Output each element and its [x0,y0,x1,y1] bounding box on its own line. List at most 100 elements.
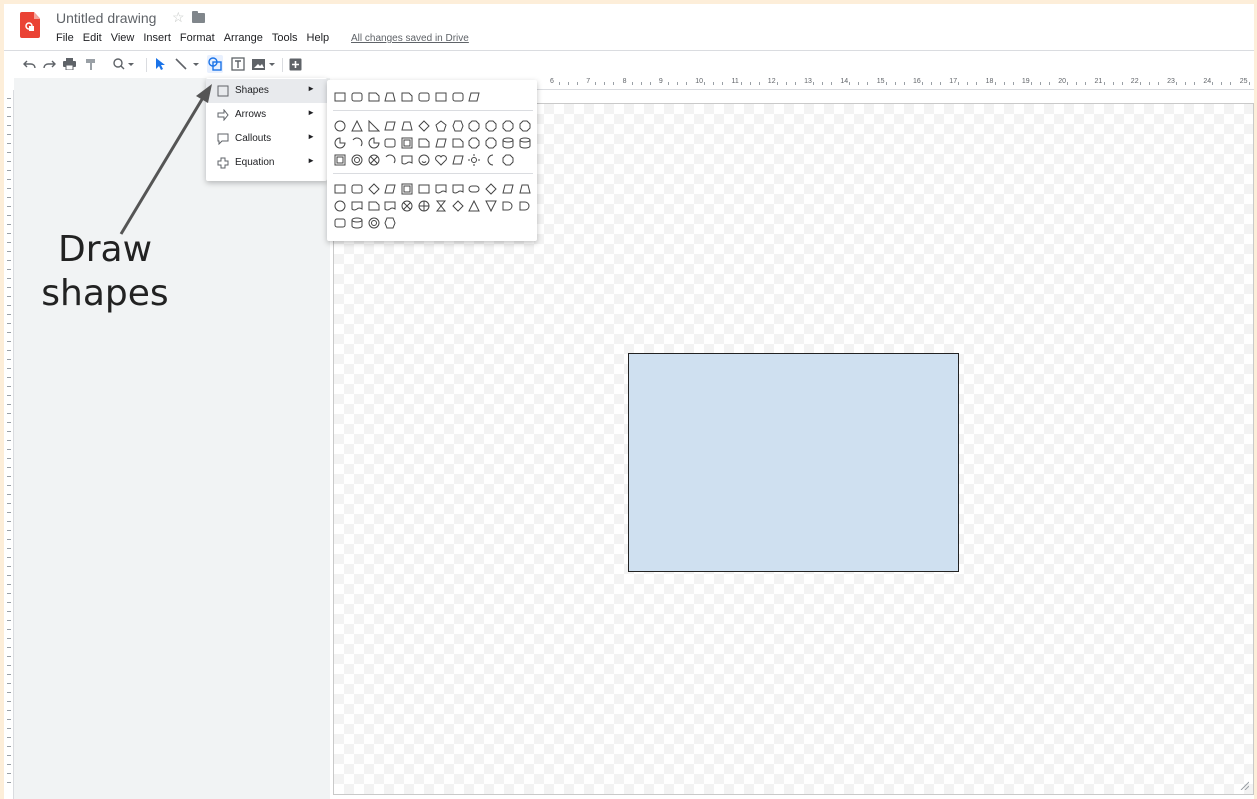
shape-can-icon[interactable] [501,136,515,150]
shape-doc-icon[interactable] [451,182,465,196]
shape-oct-icon[interactable] [467,119,481,133]
undo-icon[interactable] [22,55,36,73]
shape-para-icon[interactable] [383,119,397,133]
shape-snip-icon[interactable] [451,136,465,150]
shape-snip-icon[interactable] [367,90,381,104]
drawn-rectangle-shape[interactable] [628,353,959,572]
shape-doc-icon[interactable] [400,153,414,167]
shape-rect-icon[interactable] [333,90,347,104]
menu-arrange[interactable]: Arrange [224,32,268,44]
menu-help[interactable]: Help [307,32,335,44]
shape-sun-icon[interactable] [467,153,481,167]
shape-pie-icon[interactable] [333,136,347,150]
shape-invtri-icon[interactable] [484,199,498,213]
shape-icon[interactable] [207,55,223,73]
shape-smiley-icon[interactable] [417,153,431,167]
shape-moon-icon[interactable] [484,153,498,167]
shape-donut-icon[interactable] [367,216,381,230]
print-icon[interactable] [62,55,76,73]
shape-rtri-icon[interactable] [367,119,381,133]
insert-plus-icon[interactable] [288,55,302,73]
menu-format[interactable]: Format [180,32,220,44]
document-title[interactable]: Untitled drawing [56,10,156,26]
shape-rrect-icon[interactable] [383,136,397,150]
menu-item-arrows[interactable]: Arrows ► [206,103,327,127]
shape-doc-icon[interactable] [434,182,448,196]
shape-trap-icon[interactable] [400,119,414,133]
zoom-icon[interactable] [112,55,136,73]
shape-para-icon[interactable] [383,182,397,196]
shape-diamond-icon[interactable] [484,182,498,196]
shape-pie-icon[interactable] [367,136,381,150]
redo-icon[interactable] [42,55,56,73]
shape-rect-icon[interactable] [417,182,431,196]
shape-rrect-icon[interactable] [417,90,431,104]
shape-heart-icon[interactable] [434,153,448,167]
menu-item-callouts[interactable]: Callouts ► [206,127,327,151]
shape-circle-icon[interactable] [333,199,347,213]
shape-can-icon[interactable] [350,216,364,230]
line-icon[interactable] [174,55,200,73]
shape-tri-icon[interactable] [350,119,364,133]
menu-file[interactable]: File [56,32,79,44]
shape-term-icon[interactable] [467,182,481,196]
text-box-icon[interactable] [230,55,246,73]
shape-arc-icon[interactable] [350,136,364,150]
vertical-ruler[interactable] [4,90,14,799]
shape-hourglass-icon[interactable] [434,199,448,213]
image-icon[interactable] [251,55,277,73]
shape-hex-icon[interactable] [383,216,397,230]
shape-doc-icon[interactable] [383,199,397,213]
shape-arc-icon[interactable] [383,153,397,167]
shape-frame-icon[interactable] [400,182,414,196]
menu-insert[interactable]: Insert [143,32,176,44]
shape-circle-icon[interactable] [333,119,347,133]
shape-pent-icon[interactable] [434,119,448,133]
shape-diamond-icon[interactable] [451,199,465,213]
menu-view[interactable]: View [111,32,140,44]
menu-item-equation[interactable]: Equation ► [206,151,327,175]
resize-handle-icon[interactable] [1239,780,1249,790]
shape-diamond-icon[interactable] [417,119,431,133]
menu-tools[interactable]: Tools [272,32,303,44]
shape-rect-icon[interactable] [333,182,347,196]
shape-oct-icon[interactable] [501,119,515,133]
shape-para-icon[interactable] [434,136,448,150]
save-status-link[interactable]: All changes saved in Drive [351,33,469,44]
shape-oct-icon[interactable] [484,136,498,150]
menu-item-shapes[interactable]: Shapes ► [206,79,327,103]
shape-frame-icon[interactable] [400,136,414,150]
shape-cross-icon[interactable] [367,153,381,167]
menu-edit[interactable]: Edit [83,32,107,44]
shape-snip-icon[interactable] [400,90,414,104]
shape-rrect-icon[interactable] [350,90,364,104]
shape-para-icon[interactable] [501,182,515,196]
star-icon[interactable]: ☆ [172,9,185,26]
shape-oct-icon[interactable] [518,119,532,133]
shape-oct-icon[interactable] [484,119,498,133]
shape-delay-icon[interactable] [501,199,515,213]
shape-trap-icon[interactable] [518,182,532,196]
shape-oct-icon[interactable] [501,153,515,167]
shape-trap-icon[interactable] [383,90,397,104]
shape-can-icon[interactable] [518,136,532,150]
shape-doc-icon[interactable] [350,199,364,213]
shape-frame-icon[interactable] [333,153,347,167]
shape-rrect-icon[interactable] [333,216,347,230]
shape-donut-icon[interactable] [350,153,364,167]
shape-rrect-icon[interactable] [350,182,364,196]
shape-rrect-icon[interactable] [451,90,465,104]
shape-oct-icon[interactable] [467,136,481,150]
shape-rect-icon[interactable] [434,90,448,104]
shape-hex-icon[interactable] [451,119,465,133]
folder-icon[interactable] [192,11,205,23]
select-icon[interactable] [153,55,167,73]
shape-para-icon[interactable] [451,153,465,167]
shape-delay-icon[interactable] [518,199,532,213]
paint-format-icon[interactable] [84,55,98,73]
shape-cross-icon[interactable] [400,199,414,213]
shape-tri-icon[interactable] [467,199,481,213]
shape-snip-icon[interactable] [417,136,431,150]
shape-para-icon[interactable] [467,90,481,104]
shape-snip-icon[interactable] [367,199,381,213]
